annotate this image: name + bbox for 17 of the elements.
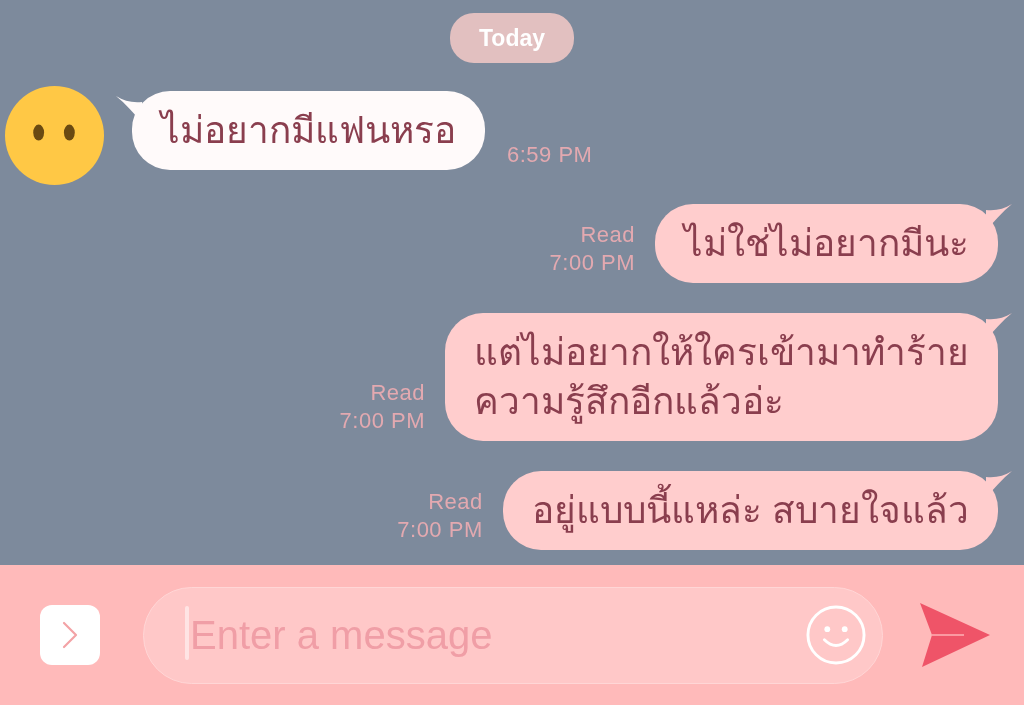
message-time: 7:00 PM [339,407,425,435]
send-icon[interactable] [920,603,990,667]
date-divider: Today [450,13,574,63]
read-receipt: Read [580,221,635,249]
message-bubble: แต่ไม่อยากให้ใครเข้ามาทำร้าย ความรู้สึกอีกแล้วอ่ะ [445,313,998,441]
message-bubble: ไม่ใช่ไม่อยากมีนะ [655,204,998,283]
read-receipt: Read [428,488,483,516]
read-receipt: Read [370,379,425,407]
face-avatar-icon [5,86,104,185]
message-bubble: อยู่แบบนี้แหล่ะ สบายใจแล้ว [502,471,998,550]
message-time: 7:00 PM [549,249,635,277]
message-time: 6:59 PM [507,141,593,169]
expand-button[interactable] [40,605,100,665]
chevron-right-icon [62,621,78,649]
message-time: 7:00 PM [397,516,483,544]
message-bubble: ไม่อยากมีแฟนหรอ [132,91,485,170]
smiley-icon[interactable] [806,604,866,665]
